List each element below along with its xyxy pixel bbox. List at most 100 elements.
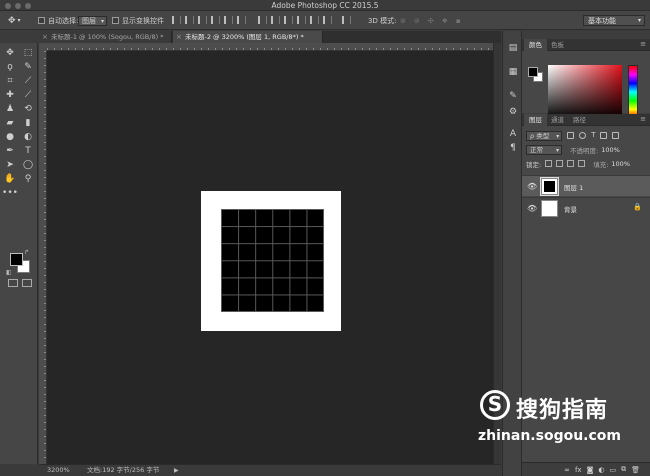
zoom-tool-icon[interactable]: ⚲ xyxy=(22,174,34,185)
filter-adjustment-icon[interactable] xyxy=(579,132,587,139)
lasso-tool-icon[interactable]: ϙ xyxy=(4,62,16,73)
layer-kind-filter[interactable]: ρ 类型 xyxy=(526,130,563,141)
eye-icon[interactable]: 👁 xyxy=(527,204,537,213)
trash-icon[interactable]: 🗑 xyxy=(631,466,640,474)
distribute-buttons[interactable] xyxy=(258,16,332,24)
horizontal-ruler[interactable] xyxy=(47,43,493,51)
opacity-value[interactable]: 100% xyxy=(601,146,620,154)
orbit-3d-icon[interactable]: ⊚ xyxy=(400,17,406,25)
filter-smart-object-icon[interactable] xyxy=(612,132,620,139)
tab-document-1[interactable]: × 未标题-1 @ 100% (Sogou, RGB/8) * xyxy=(39,31,172,43)
align-left-icon[interactable] xyxy=(211,16,220,24)
hand-tool-icon[interactable]: ✋ xyxy=(4,174,16,185)
pan-3d-icon[interactable]: ✣ xyxy=(428,17,434,25)
auto-select-dropdown[interactable]: 图层 xyxy=(78,15,107,26)
tab-color[interactable]: 颜色 xyxy=(524,39,547,51)
foreground-color-swatch[interactable] xyxy=(10,253,23,266)
hue-slider[interactable] xyxy=(628,65,638,119)
distribute-right-icon[interactable] xyxy=(323,16,332,24)
align-right-icon[interactable] xyxy=(237,16,246,24)
close-tab-icon[interactable]: × xyxy=(176,31,182,43)
move-tool-preset[interactable]: ✥ ▾ xyxy=(8,15,21,26)
tab-layers[interactable]: 图层 xyxy=(524,114,547,126)
color-picker-field[interactable] xyxy=(548,65,622,119)
adjustment-icon[interactable]: ◐ xyxy=(598,466,604,474)
blur-tool-icon[interactable]: ● xyxy=(4,132,16,143)
workspace-switcher[interactable]: 基本功能 xyxy=(583,15,645,26)
more-tools-icon[interactable]: ••• xyxy=(2,188,18,199)
distribute-left-icon[interactable] xyxy=(297,16,306,24)
layer-name[interactable]: 背景 xyxy=(564,204,577,214)
roll-3d-icon[interactable]: ⊘ xyxy=(414,17,420,25)
align-buttons[interactable] xyxy=(172,16,246,24)
crop-tool-icon[interactable]: ⌗ xyxy=(4,76,16,87)
scale-3d-icon[interactable]: ▪ xyxy=(456,17,461,25)
new-layer-icon[interactable]: ⧉ xyxy=(621,465,626,474)
eraser-tool-icon[interactable]: ▰ xyxy=(4,118,16,129)
lock-position-icon[interactable] xyxy=(567,160,575,167)
zoom-level[interactable]: 3200% xyxy=(47,465,70,476)
swap-colors-icon[interactable]: ↱ xyxy=(24,249,29,256)
ellipse-tool-icon[interactable]: ◯ xyxy=(22,160,34,171)
auto-align-icon[interactable] xyxy=(342,16,351,24)
3d-tools[interactable]: ⊚ ⊘ ✣ ❖ ▪ xyxy=(400,15,461,26)
status-menu-arrow-icon[interactable]: ▶ xyxy=(174,465,179,476)
history-brush-tool-icon[interactable]: ⟲ xyxy=(22,104,34,115)
tab-document-2[interactable]: × 未标题-2 @ 3200% (图层 1, RGB/8*) * xyxy=(173,31,323,43)
layer-name[interactable]: 图层 1 xyxy=(564,182,583,192)
tab-swatches[interactable]: 色板 xyxy=(546,39,569,51)
tab-channels[interactable]: 通道 xyxy=(546,114,569,126)
align-top-icon[interactable] xyxy=(172,16,181,24)
slide-3d-icon[interactable]: ❖ xyxy=(442,17,448,25)
panel-menu-icon[interactable]: ≡ xyxy=(640,40,646,48)
screen-mode-icon[interactable] xyxy=(22,279,32,287)
auto-align-button[interactable] xyxy=(342,16,351,24)
distribute-vcenter-icon[interactable] xyxy=(271,16,280,24)
vertical-ruler[interactable] xyxy=(39,51,47,464)
blend-mode-dropdown[interactable]: 正常 xyxy=(526,144,562,155)
lock-pixels-icon[interactable] xyxy=(556,160,564,167)
layer-1-pixels-grid[interactable] xyxy=(221,209,324,312)
link-icon[interactable]: ∞ xyxy=(564,466,570,474)
tab-paths[interactable]: 路径 xyxy=(568,114,591,126)
eye-icon[interactable]: 👁 xyxy=(527,182,537,191)
type-tool-icon[interactable]: T xyxy=(22,146,34,157)
lock-transparent-icon[interactable] xyxy=(545,160,553,167)
pen-tool-icon[interactable]: ✒ xyxy=(4,146,16,157)
dodge-tool-icon[interactable]: ◐ xyxy=(22,132,34,143)
ruler-origin[interactable] xyxy=(39,43,47,51)
quick-mask-icon[interactable] xyxy=(8,279,18,287)
align-hcenter-icon[interactable] xyxy=(224,16,233,24)
align-bottom-icon[interactable] xyxy=(198,16,207,24)
fx-icon[interactable]: fx xyxy=(575,466,582,474)
properties-panel-icon[interactable]: ▦ xyxy=(508,67,518,77)
canvas-workspace[interactable] xyxy=(47,51,493,464)
clone-stamp-tool-icon[interactable]: ♟ xyxy=(4,104,16,115)
folder-icon[interactable]: ▭ xyxy=(609,466,616,474)
filter-type-icon[interactable]: T xyxy=(591,132,595,139)
document-canvas[interactable] xyxy=(201,191,341,331)
quick-select-tool-icon[interactable]: ✎ xyxy=(22,62,34,73)
distribute-hcenter-icon[interactable] xyxy=(310,16,319,24)
gradient-tool-icon[interactable]: ▮ xyxy=(22,118,34,129)
paragraph-panel-icon[interactable]: ¶ xyxy=(508,143,518,153)
move-tool-icon[interactable]: ✥ xyxy=(4,48,16,59)
fill-value[interactable]: 100% xyxy=(611,160,630,168)
color-panel-foreground-swatch[interactable] xyxy=(528,67,538,77)
filter-pixel-icon[interactable] xyxy=(567,132,575,139)
path-selection-tool-icon[interactable]: ➤ xyxy=(4,160,16,171)
show-transform-checkbox[interactable]: 显示变换控件 xyxy=(112,15,164,26)
lock-all-icon[interactable] xyxy=(578,160,586,167)
layer-row[interactable]: 👁 图层 1 xyxy=(522,175,650,196)
align-vcenter-icon[interactable] xyxy=(185,16,194,24)
layer-row[interactable]: 👁 背景 🔒 xyxy=(522,197,650,218)
history-panel-icon[interactable]: ▤ xyxy=(508,43,518,53)
distribute-top-icon[interactable] xyxy=(258,16,267,24)
panel-menu-icon[interactable]: ≡ xyxy=(640,115,646,123)
brush-panel-icon[interactable]: ✎ xyxy=(508,91,518,101)
auto-select-checkbox[interactable]: 自动选择: xyxy=(38,15,78,26)
character-panel-icon[interactable]: A xyxy=(508,129,518,139)
filter-shape-icon[interactable] xyxy=(600,132,608,139)
adjustments-panel-icon[interactable]: ⚙ xyxy=(508,107,518,117)
mask-icon[interactable]: ◙ xyxy=(587,466,594,474)
